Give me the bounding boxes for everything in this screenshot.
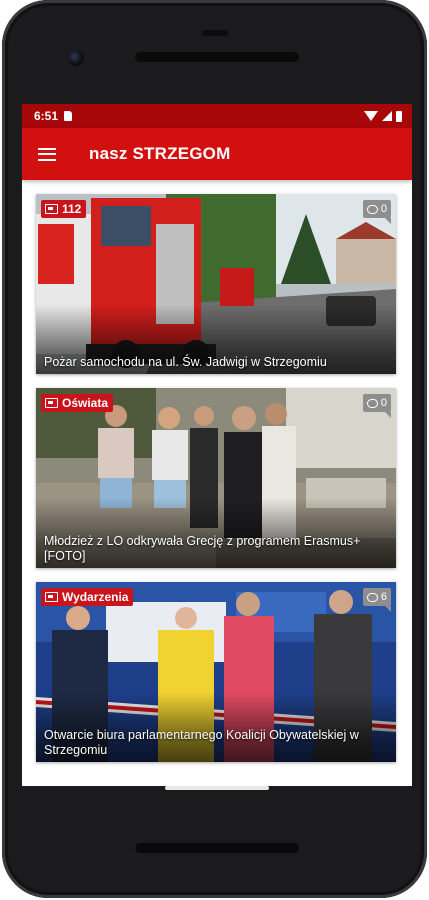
category-icon xyxy=(45,204,58,214)
comment-count-value: 0 xyxy=(380,203,387,215)
article-card[interactable]: 112 0 Pożar samochodu na ul. Św. Jadwigi… xyxy=(36,194,396,374)
home-gesture-bar[interactable] xyxy=(165,786,269,790)
bottom-speaker xyxy=(135,843,299,853)
category-badge: 112 xyxy=(41,200,87,218)
comment-icon xyxy=(366,592,378,602)
status-time: 6:51 xyxy=(34,109,59,123)
category-icon xyxy=(45,592,58,602)
comment-count: 0 xyxy=(362,394,392,418)
app-title: nasz STRZEGOM xyxy=(89,144,231,163)
article-feed: 112 0 Pożar samochodu na ul. Św. Jadwigi… xyxy=(22,180,412,762)
proximity-sensor xyxy=(202,30,228,36)
article-card[interactable]: Oświata 0 Młodzież z LO odkrywała Grecję… xyxy=(36,388,396,568)
article-card[interactable]: Wydarzenia 6 Otwarcie biura parlamentarn… xyxy=(36,582,396,762)
category-badge: Wydarzenia xyxy=(41,588,134,606)
phone-frame: 6:51 nasz STRZEGOM 112 0 Pożar samochodu… xyxy=(2,0,427,898)
comment-icon xyxy=(366,398,378,408)
front-camera xyxy=(68,50,84,66)
comment-count-value: 0 xyxy=(380,397,387,409)
comment-count: 6 xyxy=(362,588,392,612)
category-label: Wydarzenia xyxy=(62,590,129,604)
article-title: Młodzież z LO odkrywała Grecję z program… xyxy=(44,534,361,563)
earpiece-speaker xyxy=(135,52,299,62)
wifi-icon xyxy=(364,111,378,121)
hamburger-menu-icon[interactable] xyxy=(38,147,56,161)
category-badge: Oświata xyxy=(41,394,114,412)
signal-icon xyxy=(382,111,392,121)
status-icons xyxy=(364,110,402,122)
app-screen: 6:51 nasz STRZEGOM 112 0 Pożar samochodu… xyxy=(22,104,412,786)
category-label: Oświata xyxy=(62,396,109,410)
comment-count: 0 xyxy=(362,200,392,224)
article-title: Pożar samochodu na ul. Św. Jadwigi w Str… xyxy=(44,355,327,369)
category-label: 112 xyxy=(62,202,82,216)
comment-icon xyxy=(366,204,378,214)
app-bar: nasz STRZEGOM xyxy=(22,128,412,180)
comment-count-value: 6 xyxy=(380,591,387,603)
status-bar: 6:51 xyxy=(22,104,412,128)
sd-card-icon xyxy=(64,111,73,121)
category-icon xyxy=(45,398,58,408)
battery-icon xyxy=(396,110,402,122)
article-title: Otwarcie biura parlamentarnego Koalicji … xyxy=(44,728,359,757)
